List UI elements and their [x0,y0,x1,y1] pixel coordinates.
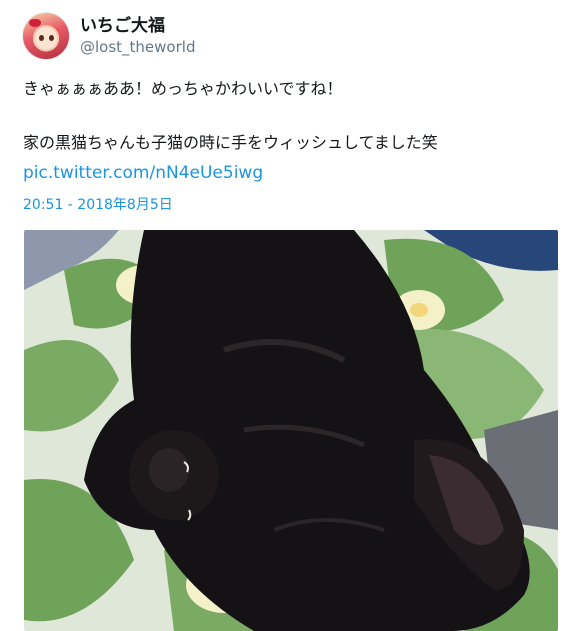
tweet-text-line: きゃぁぁぁああ！めっちゃかわいいですね！ [23,79,343,98]
black-kitten-photo [24,230,558,631]
tweet-timestamp[interactable]: 20:51 - 2018年8月5日 [23,194,173,214]
tweet-photo-link[interactable]: pic.twitter.com/nN4eUe5iwg [23,163,263,183]
display-name[interactable]: いちご大福 [80,16,195,37]
tweet-photo[interactable] [24,230,558,631]
user-handle[interactable]: @lost_theworld [80,37,195,57]
tweet-header: いちご大福 @lost_theworld [22,12,195,60]
avatar-bow-shape [29,19,41,27]
user-avatar[interactable] [22,12,70,60]
tweet-text: きゃぁぁぁああ！めっちゃかわいいですね！ 家の黒猫ちゃんも子猫の時に手をウィッシ… [23,78,563,154]
tweet-text-line: 家の黒猫ちゃんも子猫の時に手をウィッシュしてました笑 [23,133,438,152]
avatar-eye-shape [39,35,44,41]
avatar-eye-shape [49,35,54,41]
user-names: いちご大福 @lost_theworld [80,16,195,57]
